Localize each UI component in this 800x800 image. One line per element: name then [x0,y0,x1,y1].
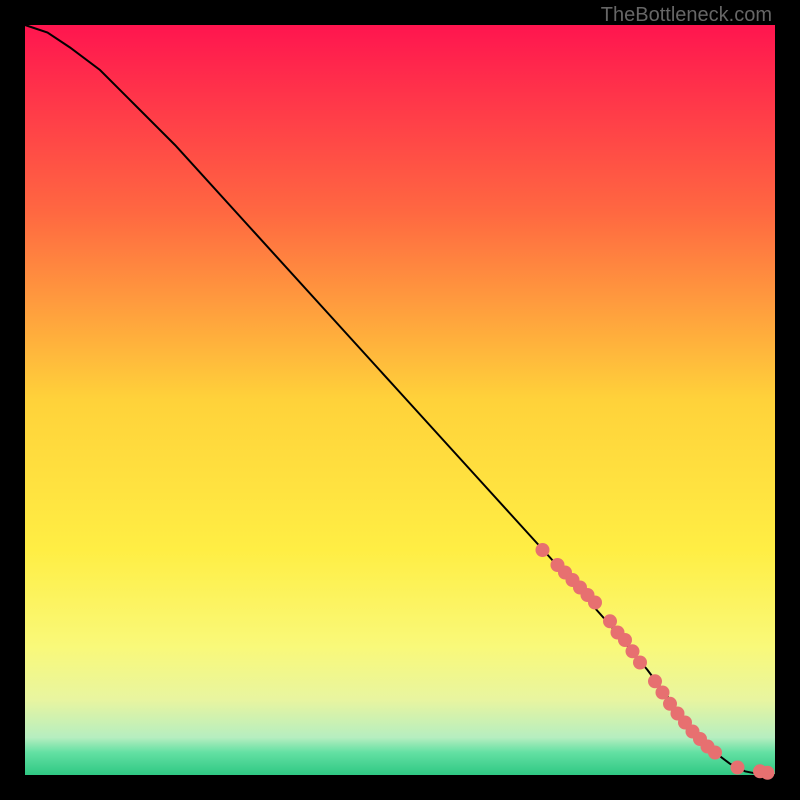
plot-area [25,25,775,775]
highlight-dot [731,761,745,775]
highlight-dot [761,766,775,780]
chart-stage: TheBottleneck.com [0,0,800,800]
highlight-dots [536,543,775,780]
highlight-dot [588,596,602,610]
curve-layer [25,25,775,775]
highlight-dot [708,746,722,760]
highlight-dot [536,543,550,557]
watermark-text: TheBottleneck.com [601,4,772,27]
highlight-dot [633,656,647,670]
bottleneck-curve [25,25,775,775]
